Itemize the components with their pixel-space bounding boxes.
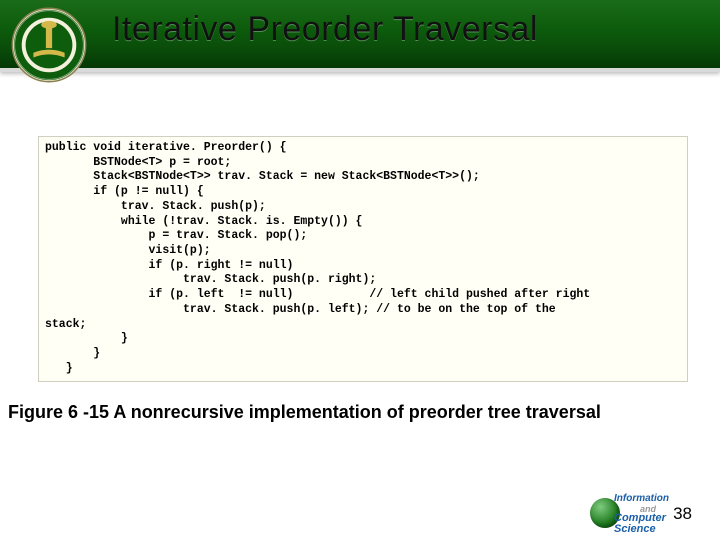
figure-caption: Figure 6 -15 A nonrecursive implementati… (8, 402, 714, 423)
footer-logo: Information and Computer Science (590, 492, 710, 532)
slide-title: Iterative Preorder Traversal (112, 10, 538, 49)
code-block: public void iterative. Preorder() { BSTN… (38, 136, 688, 382)
slide: Iterative Preorder Traversal public void… (0, 0, 720, 540)
header-bar: Iterative Preorder Traversal (0, 0, 720, 72)
university-crest-icon (10, 6, 88, 84)
footer-line2: Computer Science (614, 513, 710, 536)
footer-text: Information and Computer Science (614, 494, 710, 536)
footer-line1: Information (614, 493, 669, 504)
